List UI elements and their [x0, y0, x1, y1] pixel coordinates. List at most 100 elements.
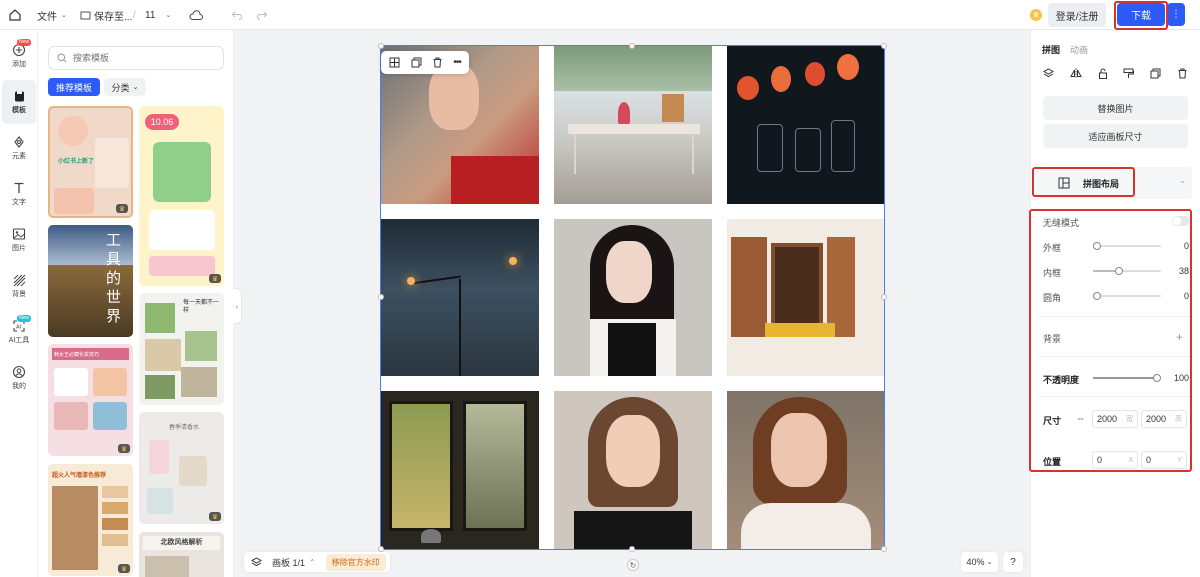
tab-animation[interactable]: 动画	[1070, 43, 1088, 56]
nav-ai-tools[interactable]: AI AI工具 New	[2, 310, 36, 354]
collage-photo-table[interactable]	[554, 46, 712, 204]
chevron-updown-icon[interactable]: ⌃	[309, 558, 316, 567]
template-search-input[interactable]	[73, 53, 203, 63]
nav-template[interactable]: 模板	[2, 80, 36, 124]
cloud-sync-button[interactable]	[189, 0, 203, 30]
collage-photo-tulips[interactable]	[727, 46, 884, 204]
template-card[interactable]: 工具的世界	[48, 225, 133, 337]
layout-grid-button[interactable]	[389, 57, 400, 68]
lock-button[interactable]	[1098, 68, 1108, 79]
collage-board[interactable]	[378, 43, 887, 552]
layers-button[interactable]	[246, 556, 266, 568]
resize-handle-tr[interactable]	[881, 43, 887, 49]
file-menu[interactable]: 文件 ⌄	[37, 0, 67, 30]
resize-handle-br[interactable]	[881, 546, 887, 552]
resize-handle-tl[interactable]	[378, 43, 384, 49]
template-card[interactable]: 春季清香水 ♛	[139, 412, 224, 524]
duplicate-button[interactable]	[1150, 68, 1161, 79]
chip-category[interactable]: 分类 ⌄	[104, 78, 146, 96]
collage-photo-old-window[interactable]	[381, 391, 539, 549]
resize-handle-b[interactable]	[629, 546, 635, 552]
nav-add[interactable]: 添加 New	[2, 34, 36, 78]
photo-trees-shape	[554, 46, 712, 91]
layer-order-button[interactable]	[1043, 67, 1054, 79]
collage-photo-portrait-brown[interactable]	[727, 391, 884, 549]
collage-photo-braids[interactable]	[554, 391, 712, 549]
resize-handle-r[interactable]	[881, 294, 887, 300]
login-button[interactable]: 登录/注册	[1048, 3, 1106, 27]
template-title: 春季清香水	[169, 425, 200, 431]
tab-collage[interactable]: 拼图	[1042, 43, 1060, 56]
login-label: 登录/注册	[1055, 11, 1099, 23]
photo-shape	[451, 156, 539, 204]
nav-text[interactable]: 文字	[2, 172, 36, 216]
template-card[interactable]: 韩女王必藏化妆技巧 ♛	[48, 344, 133, 456]
nav-image[interactable]: 图片	[2, 218, 36, 262]
template-card[interactable]: 小红书上新了 ♛	[48, 106, 133, 218]
template-card[interactable]: 北欧风格解析	[139, 532, 224, 577]
zoom-control[interactable]: 40% ⌄	[961, 552, 998, 572]
photo-face-shape	[771, 413, 827, 487]
download-more-button[interactable]: ⋮	[1167, 3, 1185, 26]
paint-brush-icon	[1123, 68, 1135, 78]
collage-photo-window[interactable]	[727, 219, 884, 376]
fit-board-button[interactable]: 适应画板尺寸	[1043, 124, 1188, 148]
template-thumb-shape	[181, 367, 217, 397]
nav-background[interactable]: 背景	[2, 264, 36, 308]
delete-button[interactable]	[1177, 68, 1188, 79]
chevron-down-icon: ⌄	[986, 559, 993, 566]
template-card[interactable]: 每一天都不一样	[139, 293, 224, 405]
duplicate-button[interactable]	[411, 57, 422, 68]
flip-icon	[1069, 68, 1082, 78]
delete-button[interactable]	[432, 57, 443, 68]
nav-mine[interactable]: 我的	[2, 356, 36, 400]
template-search[interactable]	[48, 46, 224, 70]
color-swatch	[102, 486, 128, 498]
save-status[interactable]: 保存至...	[80, 0, 132, 30]
replace-image-button[interactable]: 替换图片	[1043, 96, 1188, 120]
template-card[interactable]: 10.06 ♛	[139, 106, 224, 286]
remove-watermark-button[interactable]: 移除官方水印	[325, 553, 386, 571]
home-icon	[9, 9, 21, 21]
collage-photo-portrait-dark-hair[interactable]	[554, 219, 712, 376]
vip-badge[interactable]: ♛	[1030, 0, 1042, 30]
floating-toolbar: •••	[381, 51, 469, 74]
template-card[interactable]: 超火人气墙漆色推荐 ♛	[48, 464, 133, 576]
template-thumb-shape	[145, 375, 175, 399]
redo-button[interactable]	[256, 0, 268, 30]
photo-tulip	[837, 54, 859, 80]
crown-icon: ♛	[1030, 9, 1042, 21]
chevron-down-icon: ⌄	[61, 12, 67, 19]
nav-ai-tools-label: AI工具	[8, 337, 30, 344]
element-icon	[14, 136, 24, 148]
more-options-button[interactable]: •••	[453, 57, 461, 68]
template-thumb-shape	[95, 138, 129, 188]
resize-handle-t[interactable]	[629, 43, 635, 49]
layout-highlight-box	[1032, 167, 1135, 197]
home-button[interactable]	[8, 0, 22, 30]
left-nav: 添加 New 模板 元素 文字 图片 背景 AI AI工具 New 我的	[0, 30, 38, 577]
collage-photo-streetlight[interactable]	[381, 219, 539, 376]
board-label[interactable]: 画板 1/1	[272, 556, 305, 569]
search-icon	[57, 53, 67, 63]
rotate-handle[interactable]: ↻	[627, 559, 639, 571]
photo-lamp	[662, 94, 684, 122]
flip-button[interactable]	[1069, 68, 1082, 79]
photo-face-shape	[606, 241, 652, 303]
help-button[interactable]: ?	[1003, 552, 1023, 572]
color-swatch	[102, 502, 128, 514]
nav-element[interactable]: 元素	[2, 126, 36, 170]
file-menu-label: 文件	[37, 11, 57, 23]
photo-vase	[795, 128, 821, 172]
template-thumb-shape	[54, 368, 88, 396]
format-painter-button[interactable]	[1123, 68, 1135, 79]
panel-collapse-button[interactable]: ‹	[233, 288, 242, 324]
color-swatch	[102, 518, 128, 530]
template-thumb-shape	[149, 440, 169, 474]
chip-recommended[interactable]: 推荐模板	[48, 78, 100, 96]
photo-tulip	[805, 62, 825, 86]
template-thumb-shape	[185, 331, 217, 361]
undo-button[interactable]	[231, 0, 243, 30]
resize-handle-l[interactable]	[378, 294, 384, 300]
doc-name[interactable]: 11 ⌄	[145, 0, 171, 30]
